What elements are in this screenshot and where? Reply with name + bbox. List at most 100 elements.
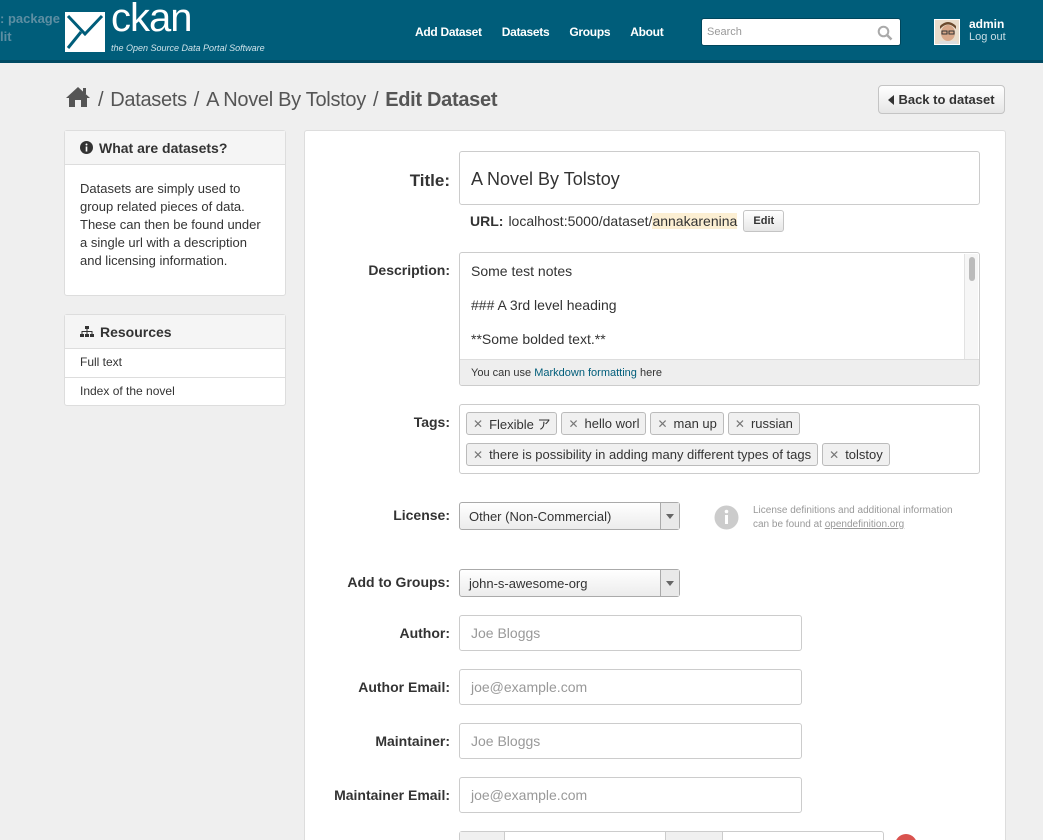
tag-label: there is possibility in adding many diff… bbox=[489, 447, 812, 462]
tag-label: hello worl bbox=[584, 416, 640, 431]
nav-groups[interactable]: Groups bbox=[569, 25, 610, 39]
tag-chip: ✕ Flexible ア bbox=[466, 412, 558, 435]
tag-chip: ✕ there is possibility in adding many dif… bbox=[466, 443, 819, 466]
remove-tag-icon[interactable]: ✕ bbox=[473, 417, 483, 431]
url-slug: annakarenina bbox=[652, 213, 738, 229]
remove-tag-icon[interactable]: ✕ bbox=[568, 417, 578, 431]
search-input[interactable] bbox=[702, 19, 872, 45]
what-are-datasets-panel: What are datasets? Datasets are simply u… bbox=[64, 130, 286, 296]
groups-select[interactable]: john-s-awesome-org bbox=[459, 569, 680, 597]
title-label: Title: bbox=[409, 171, 450, 190]
url-prefix: localhost:5000/dataset/ bbox=[508, 213, 653, 229]
remove-tag-icon[interactable]: ✕ bbox=[735, 417, 745, 431]
search-box bbox=[701, 18, 901, 46]
info-icon bbox=[714, 505, 739, 535]
breadcrumb-datasets[interactable]: Datasets bbox=[110, 89, 187, 112]
license-value: Other (Non-Commercial) bbox=[469, 508, 612, 524]
license-label: License: bbox=[393, 507, 450, 523]
author-label: Author: bbox=[399, 625, 450, 641]
panel-heading: Resources bbox=[65, 315, 285, 349]
nav-datasets[interactable]: Datasets bbox=[502, 25, 550, 39]
nav-about[interactable]: About bbox=[630, 25, 663, 39]
tags-row: ✕ there is possibility in adding many dif… bbox=[466, 443, 979, 474]
description-content: Some test notes ### A 3rd level heading … bbox=[460, 253, 979, 360]
custom-field-row[interactable] bbox=[459, 831, 884, 840]
logout-link[interactable]: Log out bbox=[969, 31, 1006, 44]
remove-tag-icon[interactable]: ✕ bbox=[829, 448, 839, 462]
scrollbar-thumb[interactable] bbox=[968, 257, 975, 281]
maintainer-label: Maintainer: bbox=[375, 733, 450, 749]
groups-value: john-s-awesome-org bbox=[469, 575, 588, 591]
main-nav: Add Dataset Datasets Groups About bbox=[415, 25, 683, 39]
tag-chip: ✕ tolstoy bbox=[822, 443, 890, 466]
tag-chip: ✕ hello worl bbox=[561, 412, 647, 435]
chevron-down-icon bbox=[660, 503, 679, 529]
author-email-label: Author Email: bbox=[358, 679, 450, 695]
resource-item[interactable]: Full text bbox=[65, 349, 285, 378]
panel-title: Resources bbox=[100, 323, 172, 340]
title-input[interactable]: A Novel By Tolstoy bbox=[459, 151, 980, 205]
custom-field-key-addon bbox=[460, 832, 505, 840]
scrollbar[interactable] bbox=[964, 254, 978, 360]
description-line: ### A 3rd level heading bbox=[471, 297, 617, 313]
tag-chip: ✕ man up bbox=[650, 412, 724, 435]
maintainer-input[interactable]: Joe Bloggs bbox=[459, 723, 802, 759]
author-input[interactable]: Joe Bloggs bbox=[459, 615, 802, 651]
license-select[interactable]: Other (Non-Commercial) bbox=[459, 502, 680, 530]
resources-panel: Resources Full text Index of the novel bbox=[64, 314, 286, 406]
home-icon[interactable] bbox=[65, 86, 91, 114]
search-icon[interactable] bbox=[877, 25, 893, 46]
breadcrumb-dataset[interactable]: A Novel By Tolstoy bbox=[206, 89, 366, 112]
maintainer-email-placeholder: joe@example.com bbox=[471, 787, 588, 803]
url-row: URL: localhost:5000/dataset/ annakarenin… bbox=[470, 210, 785, 232]
tags-input[interactable]: ✕ Flexible ア ✕ hello worl ✕ man up ✕ russian… bbox=[459, 404, 980, 474]
panel-title: What are datasets? bbox=[99, 139, 228, 156]
maintainer-email-label: Maintainer Email: bbox=[334, 787, 450, 803]
license-help: License definitions and additional infor… bbox=[753, 504, 953, 532]
markdown-hint-after: here bbox=[636, 367, 662, 379]
author-email-placeholder: joe@example.com bbox=[471, 679, 588, 695]
user-name[interactable]: admin bbox=[969, 18, 1006, 31]
description-label: Description: bbox=[368, 262, 450, 278]
author-email-input[interactable]: joe@example.com bbox=[459, 669, 802, 705]
nav-add-dataset[interactable]: Add Dataset bbox=[415, 25, 482, 39]
tag-label: tolstoy bbox=[845, 447, 883, 462]
opendefinition-link[interactable]: opendefinition.org bbox=[825, 519, 905, 530]
panel-text: Datasets are simply used to group relate… bbox=[80, 181, 261, 268]
description-textarea[interactable]: Some test notes ### A 3rd level heading … bbox=[459, 252, 980, 386]
sitemap-icon bbox=[80, 325, 94, 338]
maintainer-email-input[interactable]: joe@example.com bbox=[459, 777, 802, 813]
user-menu: admin Log out bbox=[969, 18, 1006, 44]
license-help-line: License definitions and additional infor… bbox=[753, 505, 953, 516]
resource-list: Full text Index of the novel bbox=[65, 349, 285, 407]
tags-label: Tags: bbox=[413, 414, 450, 430]
chevron-down-icon bbox=[660, 570, 679, 596]
remove-tag-icon[interactable]: ✕ bbox=[657, 417, 667, 431]
markdown-hint-before: You can use bbox=[471, 367, 535, 379]
resource-item[interactable]: Index of the novel bbox=[65, 378, 285, 407]
panel-heading: What are datasets? bbox=[65, 131, 285, 165]
maintainer-placeholder: Joe Bloggs bbox=[471, 733, 541, 749]
breadcrumb: / Datasets / A Novel By Tolstoy / Edit D… bbox=[65, 86, 498, 114]
ckan-logo-icon[interactable] bbox=[65, 12, 105, 52]
markdown-hint: You can use Markdown formatting here bbox=[460, 359, 979, 385]
title-value: A Novel By Tolstoy bbox=[471, 169, 620, 189]
tags-row: ✕ Flexible ア ✕ hello worl ✕ man up ✕ russian bbox=[466, 412, 979, 443]
url-edit-button[interactable]: Edit bbox=[743, 210, 785, 232]
breadcrumb-separator: / bbox=[98, 88, 104, 111]
back-to-dataset-label: Back to dataset bbox=[898, 92, 995, 107]
breadcrumb-separator: / bbox=[372, 88, 379, 111]
markdown-link[interactable]: Markdown formatting bbox=[534, 367, 637, 379]
truncated-page-text: : package lit bbox=[0, 11, 60, 44]
avatar[interactable] bbox=[934, 19, 960, 45]
groups-label: Add to Groups: bbox=[347, 574, 450, 590]
masthead: : package lit ckan the Open Source Data … bbox=[0, 0, 1043, 63]
info-icon bbox=[80, 141, 93, 154]
tag-chip: ✕ russian bbox=[727, 412, 800, 435]
brand-name[interactable]: ckan bbox=[111, 0, 192, 41]
url-label: URL: bbox=[470, 213, 504, 229]
description-line: Some test notes bbox=[471, 263, 573, 279]
back-to-dataset-button[interactable]: Back to dataset bbox=[878, 85, 1005, 114]
author-placeholder: Joe Bloggs bbox=[471, 625, 541, 641]
remove-tag-icon[interactable]: ✕ bbox=[473, 448, 483, 462]
